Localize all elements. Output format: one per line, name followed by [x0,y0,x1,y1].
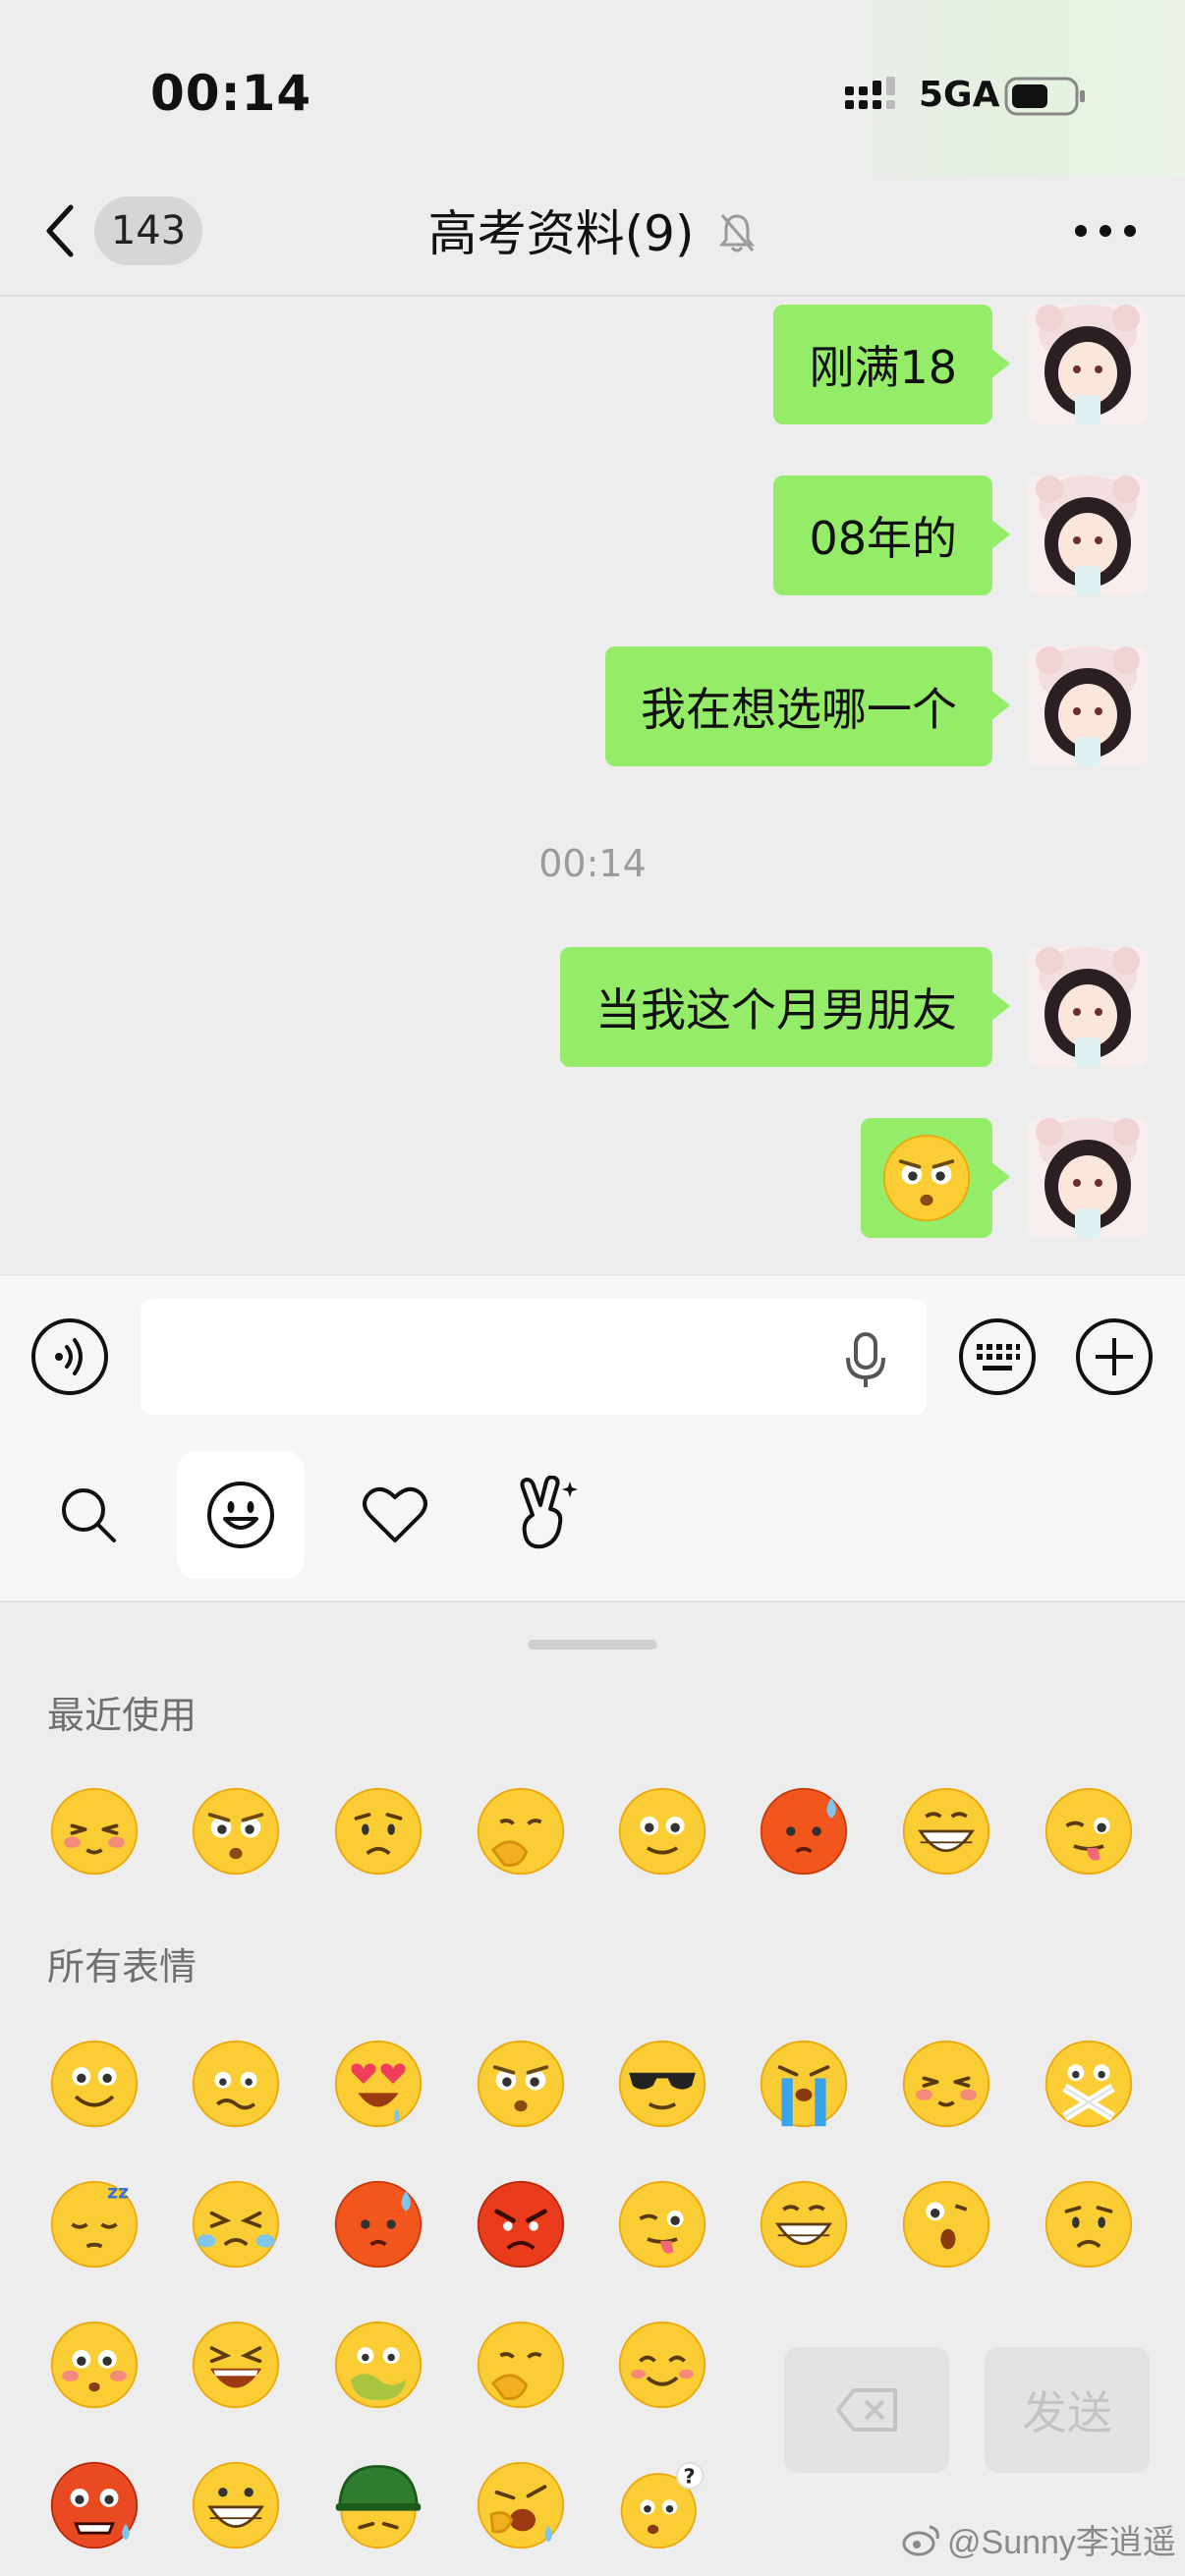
shy-smile-emoji[interactable] [900,2038,992,2130]
sunglasses-emoji[interactable] [616,2038,708,2130]
chat-title-text: 高考资料(9) [427,205,695,262]
angry-emoji[interactable] [475,2178,567,2270]
message-bubble[interactable]: 我在想选哪一个 [605,646,1010,766]
flushed-emoji[interactable] [48,2319,141,2411]
heart-icon [363,1486,427,1542]
thinking-face-emoji[interactable] [475,1785,567,1877]
content-smile-emoji[interactable] [616,2319,708,2411]
chat-title[interactable]: 高考资料(9) [0,195,1185,266]
gesture-icon [520,1476,578,1549]
stare-face-icon [882,1134,971,1222]
mic-icon[interactable] [844,1330,887,1389]
stare-face-emoji[interactable] [190,1785,282,1877]
message-bubble[interactable]: 当我这个月男朋友 [560,947,1010,1067]
message-text: 08年的 [809,512,957,565]
smile-emoji[interactable] [48,2038,141,2130]
weibo-logo-icon [902,2525,939,2555]
crying-emoji[interactable] [758,2038,850,2130]
big-grin-emoji[interactable] [190,2459,282,2551]
svg-text:zz: zz [107,2183,129,2204]
yawning-emoji[interactable] [475,2459,567,2551]
surprised-emoji[interactable] [900,2178,992,2270]
tab-gestures[interactable] [483,1451,611,1579]
grin-emoji[interactable] [900,1785,992,1877]
bell-off-icon [717,209,757,266]
thinking-face-emoji[interactable] [475,2319,567,2411]
status-time: 00:14 [150,65,312,122]
backspace-icon [836,2388,897,2432]
avatar[interactable] [1028,476,1148,595]
voice-icon[interactable] [29,1316,110,1397]
avatar[interactable] [1028,646,1148,766]
search-icon [62,1488,116,1542]
emoji-tabs [0,1433,1185,1602]
sad-face-emoji[interactable] [1043,2178,1135,2270]
battery-icon [1004,77,1085,116]
more-dots-icon[interactable] [1071,216,1140,246]
avatar[interactable] [1028,1118,1148,1238]
message-text: 当我这个月男朋友 [595,983,957,1036]
emoji-panel: 最近使用 所有表情 zz ? 发送 @Sunny李逍遥 [0,1604,1185,2576]
slight-smile-emoji[interactable] [616,1785,708,1877]
question-emoji[interactable]: ? [616,2459,708,2551]
delete-button[interactable] [784,2347,949,2473]
drag-handle[interactable] [528,1640,657,1650]
wink-tongue-emoji[interactable] [616,2178,708,2270]
svg-text:?: ? [684,2464,696,2488]
tab-favorites[interactable] [331,1451,459,1579]
status-bar: 00:14 5GA [0,0,1185,177]
chat-area[interactable]: 刚满18 08年的 我在想选哪一个 00:14 当我这个月男朋友 [0,297,1185,1274]
message-bubble-emoji[interactable] [861,1118,1010,1238]
signal-icon [845,77,895,109]
sweat-red-face-emoji[interactable] [758,1785,850,1877]
avatar[interactable] [1028,947,1148,1067]
zipped-mouth-emoji[interactable] [1043,2038,1135,2130]
fearful-red-emoji[interactable] [48,2459,141,2551]
message-bubble[interactable]: 刚满18 [773,305,1010,424]
grimace-emoji[interactable] [190,2038,282,2130]
input-bar [0,1274,1185,1433]
section-recent-label: 最近使用 [47,1694,198,1737]
network-label: 5GA [919,75,1000,115]
message-input[interactable] [141,1299,927,1415]
wink-tongue-emoji[interactable] [1043,1785,1135,1877]
shy-smile-emoji[interactable] [48,1785,141,1877]
tab-search[interactable] [25,1451,152,1579]
plus-icon[interactable] [1074,1316,1155,1397]
message-text: 刚满18 [809,341,957,394]
sad-face-emoji[interactable] [332,1785,424,1877]
smiley-icon [207,1482,274,1548]
laughing-emoji[interactable] [190,2319,282,2411]
heart-eyes-emoji[interactable] [332,2038,424,2130]
avatar[interactable] [1028,305,1148,424]
watermark: @Sunny李逍遥 [902,2515,1176,2563]
message-bubble[interactable]: 08年的 [773,476,1010,595]
nauseated-emoji[interactable] [332,2319,424,2411]
tab-emoji[interactable] [177,1451,305,1579]
send-button[interactable]: 发送 [985,2347,1150,2473]
chat-timestamp: 00:14 [538,842,647,885]
section-all-label: 所有表情 [47,1945,198,1988]
grin-emoji[interactable] [758,2178,850,2270]
watermark-text: @Sunny李逍遥 [947,2524,1176,2561]
tearful-emoji[interactable] [190,2178,282,2270]
stare-face-emoji[interactable] [475,2038,567,2130]
helmet-emoji[interactable] [332,2459,424,2551]
sleepy-emoji[interactable]: zz [48,2178,141,2270]
keyboard-icon[interactable] [957,1316,1038,1397]
message-text: 我在想选哪一个 [641,683,957,736]
sweat-red-face-emoji[interactable] [332,2178,424,2270]
